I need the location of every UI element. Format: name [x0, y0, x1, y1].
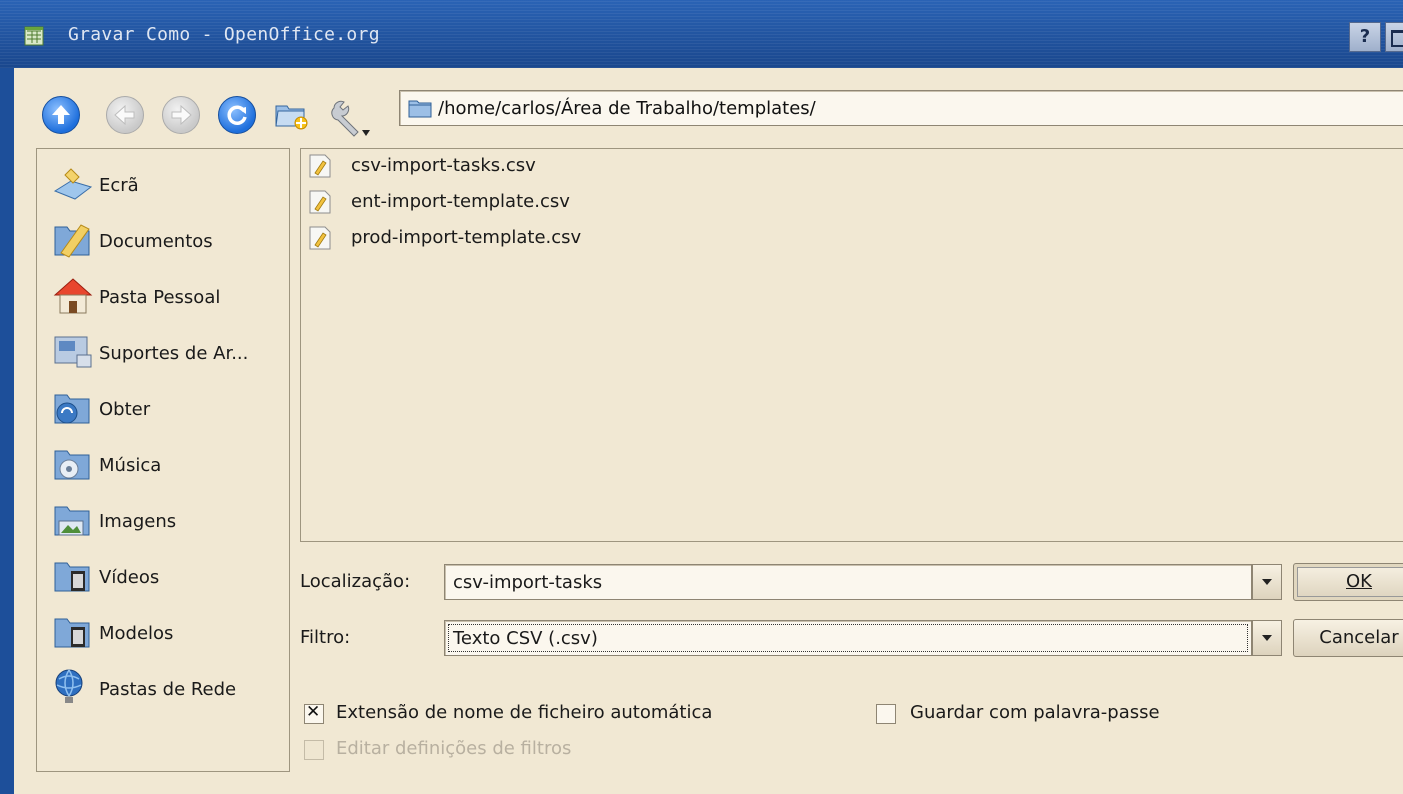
- file-item[interactable]: ent-import-template.csv: [307, 187, 807, 217]
- sidebar-item-desktop[interactable]: Ecrã: [51, 161, 287, 205]
- sidebar-item-label: Documentos: [99, 231, 213, 252]
- sidebar-item-label: Pasta Pessoal: [99, 287, 221, 308]
- filter-dropdown-button[interactable]: [1252, 620, 1282, 656]
- cancel-button[interactable]: Cancelar: [1293, 619, 1403, 657]
- sidebar-item-label: Modelos: [99, 623, 174, 644]
- edit-filter-settings-label: Editar definições de filtros: [336, 738, 572, 759]
- window-frame-left: [0, 68, 14, 794]
- downloads-icon: [51, 385, 95, 429]
- ok-button[interactable]: OK: [1293, 563, 1403, 601]
- navigation-toolbar: /home/carlos/Área de Trabalho/templates/: [14, 68, 1403, 148]
- path-field[interactable]: /home/carlos/Área de Trabalho/templates/: [399, 90, 1403, 126]
- password-label: Guardar com palavra-passe: [910, 702, 1160, 723]
- sidebar-item-music[interactable]: Música: [51, 441, 287, 485]
- sidebar-item-pictures[interactable]: Imagens: [51, 497, 287, 541]
- storage-media-icon: [51, 329, 95, 373]
- spreadsheet-file-icon: [307, 189, 333, 215]
- places-sidebar: Ecrã Documentos Pasta Pessoal Suportes d…: [36, 148, 290, 772]
- sidebar-item-label: Música: [99, 455, 162, 476]
- tools-menu-button[interactable]: [328, 96, 370, 137]
- filter-select[interactable]: Texto CSV (.csv): [444, 620, 1252, 656]
- help-button[interactable]: ?: [1349, 22, 1381, 52]
- edit-filter-settings-checkbox: [304, 740, 324, 760]
- reload-button[interactable]: [218, 96, 256, 134]
- cancel-button-label: Cancelar: [1319, 627, 1399, 648]
- templates-folder-icon: [51, 609, 95, 653]
- new-folder-button[interactable]: [273, 96, 309, 132]
- file-name: ent-import-template.csv: [351, 191, 570, 212]
- pictures-folder-icon: [51, 497, 95, 541]
- reload-icon: [227, 105, 247, 125]
- auto-extension-label: Extensão de nome de ficheiro automática: [336, 702, 713, 723]
- arrow-left-icon: [114, 104, 135, 126]
- back-button[interactable]: [106, 96, 144, 134]
- music-folder-icon: [51, 441, 95, 485]
- maximize-button[interactable]: [1385, 22, 1403, 52]
- sidebar-item-network[interactable]: Pastas de Rede: [51, 665, 287, 709]
- home-icon: [51, 273, 95, 317]
- openoffice-app-icon: [22, 24, 46, 48]
- spreadsheet-file-icon: [307, 153, 333, 179]
- sidebar-item-home[interactable]: Pasta Pessoal: [51, 273, 287, 317]
- sidebar-item-label: Pastas de Rede: [99, 679, 237, 700]
- desktop-icon: [51, 161, 95, 205]
- file-name: csv-import-tasks.csv: [351, 155, 536, 176]
- sidebar-item-documents[interactable]: Documentos: [51, 217, 287, 261]
- title-bar: Gravar Como - OpenOffice.org ?: [0, 0, 1403, 68]
- sidebar-item-storage[interactable]: Suportes de Ar...: [51, 329, 287, 373]
- wrench-icon: [331, 100, 370, 137]
- sidebar-item-label: Obter: [99, 399, 151, 420]
- location-value: csv-import-tasks: [453, 572, 603, 593]
- file-item[interactable]: prod-import-template.csv: [307, 223, 807, 253]
- folder-icon: [408, 98, 432, 118]
- arrow-up-icon: [52, 105, 70, 124]
- location-input[interactable]: csv-import-tasks: [444, 564, 1252, 600]
- sidebar-item-label: Imagens: [99, 511, 177, 532]
- up-folder-button[interactable]: [42, 96, 80, 134]
- sidebar-item-templates[interactable]: Modelos: [51, 609, 287, 653]
- arrow-right-icon: [171, 104, 192, 126]
- password-checkbox[interactable]: [876, 704, 896, 724]
- documents-icon: [51, 217, 95, 261]
- file-list[interactable]: csv-import-tasks.csv ent-import-template…: [300, 148, 1403, 542]
- network-icon: [51, 665, 95, 709]
- spreadsheet-file-icon: [307, 225, 333, 251]
- path-text: /home/carlos/Área de Trabalho/templates/: [438, 98, 816, 119]
- ok-button-label: OK: [1346, 571, 1372, 592]
- videos-folder-icon: [51, 553, 95, 597]
- forward-button[interactable]: [162, 96, 200, 134]
- file-item[interactable]: csv-import-tasks.csv: [307, 151, 807, 181]
- sidebar-item-label: Ecrã: [99, 175, 139, 196]
- sidebar-item-videos[interactable]: Vídeos: [51, 553, 287, 597]
- filter-value: Texto CSV (.csv): [453, 628, 598, 649]
- sidebar-item-label: Vídeos: [99, 567, 160, 588]
- auto-extension-checkbox[interactable]: [304, 702, 324, 724]
- sidebar-item-downloads[interactable]: Obter: [51, 385, 287, 429]
- filter-label: Filtro:: [300, 627, 351, 648]
- window-title: Gravar Como - OpenOffice.org: [68, 24, 380, 45]
- new-folder-icon: [275, 105, 308, 130]
- sidebar-item-label: Suportes de Ar...: [99, 343, 249, 364]
- location-dropdown-button[interactable]: [1252, 564, 1282, 600]
- location-label: Localização:: [300, 571, 411, 592]
- file-name: prod-import-template.csv: [351, 227, 582, 248]
